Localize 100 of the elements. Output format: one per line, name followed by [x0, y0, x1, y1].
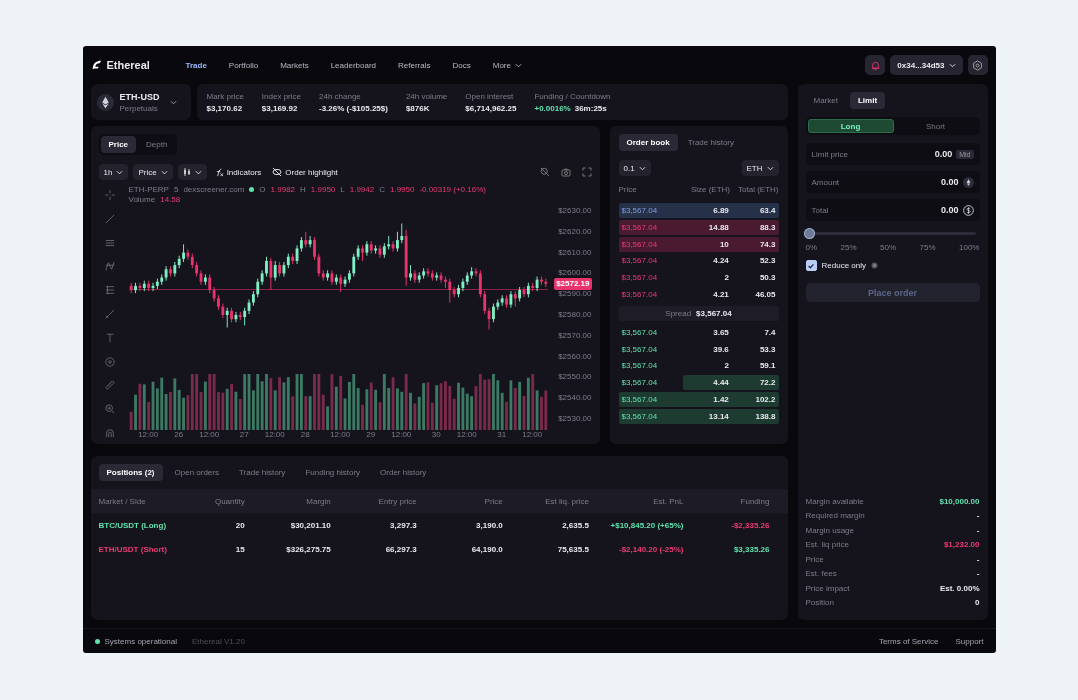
positions-tab[interactable]: Positions (2): [98, 464, 163, 481]
bid-row[interactable]: $3,567.04 2 59.1: [618, 358, 779, 374]
column-header: Total (ETH): [737, 185, 779, 194]
nav-link[interactable]: Markets: [269, 56, 320, 74]
fullscreen-icon[interactable]: [581, 167, 592, 177]
time-axis-label: 30: [431, 430, 441, 440]
pattern-tool-icon[interactable]: [104, 261, 115, 272]
series-dropdown[interactable]: Price: [133, 164, 173, 180]
text-tool-icon[interactable]: [104, 332, 115, 343]
table-cell-text: 64,190.0: [470, 544, 503, 554]
order-book-tab[interactable]: Order book: [618, 134, 678, 151]
slider-mark: 50%: [880, 243, 897, 252]
table-cell-text: -$2,335.26: [730, 520, 770, 530]
bid-row[interactable]: $3,567.04 39.6 53.3: [618, 341, 779, 357]
tick-size-dropdown[interactable]: 0.1: [618, 160, 651, 176]
search-icon[interactable]: [539, 167, 550, 177]
nav-link[interactable]: Docs: [441, 56, 482, 74]
order-highlight-button[interactable]: Order highlight: [269, 167, 341, 177]
ask-row[interactable]: $3,567.04 6.89 63.4: [618, 203, 779, 218]
ask-row[interactable]: $3,567.04 14.88 88.3: [618, 219, 779, 235]
order-type-tab[interactable]: Market: [805, 92, 846, 109]
summary-value: -: [976, 511, 980, 521]
last-price-tag: $2572.19: [554, 277, 592, 290]
nav-link[interactable]: Trade: [174, 56, 218, 74]
market-type: Perpetuals: [119, 103, 159, 113]
ohlc-label: L: [340, 184, 345, 194]
logo-icon: [90, 59, 103, 71]
nav-link[interactable]: Leaderboard: [319, 56, 388, 74]
settings-button[interactable]: [967, 55, 988, 75]
field-value[interactable]: 0.00: [934, 149, 953, 159]
bid-row[interactable]: $3,567.04 3.65 7.4: [618, 324, 779, 340]
lines-tool-icon[interactable]: [104, 237, 115, 248]
price-axis-label: $2600.00: [558, 268, 592, 279]
unit-dropdown[interactable]: ETH: [741, 160, 779, 176]
summary-label: Margin usage: [805, 525, 854, 535]
time-axis-label: 12:00: [264, 430, 285, 440]
stat-label: Mark price: [206, 91, 244, 101]
chevron-down-icon: [194, 169, 202, 175]
nav-link[interactable]: Portfolio: [217, 56, 270, 74]
field-value[interactable]: 0.00: [940, 177, 959, 187]
field-value[interactable]: 0.00: [940, 205, 959, 215]
checkbox[interactable]: [805, 260, 817, 271]
stat-value: $3,169.92: [261, 103, 298, 113]
chevron-down-icon: [514, 62, 522, 68]
zoom-tool-icon[interactable]: [104, 404, 115, 415]
positions-tab[interactable]: Open orders: [166, 464, 227, 481]
table-cell-text: +$10,845.20 (+65%): [609, 520, 684, 530]
chart-tab[interactable]: Depth: [138, 136, 176, 153]
time-axis-label: 27: [239, 430, 249, 440]
bid-row[interactable]: $3,567.04 13.14 138.8: [618, 408, 779, 424]
time-axis-label: 26: [174, 430, 184, 440]
interval-dropdown[interactable]: 1h: [98, 164, 129, 180]
settings-icon: [972, 59, 983, 71]
order-book-tab[interactable]: Trade history: [679, 134, 742, 151]
market-selector[interactable]: ETH-USD Perpetuals: [90, 84, 191, 120]
camera-icon[interactable]: [560, 167, 571, 177]
time-axis-label: 12:00: [330, 430, 351, 440]
wallet-button[interactable]: 0x34...34d53: [890, 55, 963, 75]
side-toggle[interactable]: Long: [807, 119, 894, 133]
line-tool-icon[interactable]: [104, 213, 115, 224]
table-cell-text: 3,297.3: [389, 520, 417, 530]
stat-label: Open interest: [465, 91, 515, 101]
ask-row[interactable]: $3,567.04 10 74.3: [618, 236, 779, 252]
side-toggle[interactable]: Short: [893, 119, 978, 133]
indicators-button[interactable]: Indicators: [211, 167, 265, 177]
checkbox-label: Reduce only: [821, 261, 866, 270]
crosshair-tool-icon[interactable]: [104, 190, 115, 200]
chevron-down-icon: [160, 169, 168, 175]
ask-row[interactable]: $3,567.04 4.21 46.05: [618, 287, 779, 302]
time-axis-label: 12:00: [138, 430, 159, 440]
chevron-down-icon: [169, 99, 177, 105]
nav-link[interactable]: More: [481, 56, 533, 74]
nav-link[interactable]: Referrals: [387, 56, 442, 74]
emoji-tool-icon[interactable]: [104, 356, 115, 367]
chart-interval: 5: [173, 184, 179, 194]
chart-source: dexscreener.com: [183, 184, 245, 194]
notification-button[interactable]: [865, 55, 886, 75]
table-cell-text: $30,201.10: [289, 520, 331, 530]
field-label: Amount: [811, 177, 840, 187]
price-axis-label: $2570.00: [558, 330, 592, 341]
positions-tab[interactable]: Order history: [372, 464, 435, 481]
bid-row[interactable]: $3,567.04 1.42 102.2: [618, 391, 779, 407]
ohlc-value: 1.9982: [270, 184, 296, 194]
footer-link[interactable]: Support: [955, 636, 984, 646]
magnet-tool-icon[interactable]: [104, 427, 115, 438]
ask-row[interactable]: $3,567.04 4.24 52.3: [618, 253, 779, 269]
ask-row[interactable]: $3,567.04 2 50.3: [618, 270, 779, 286]
spread-label: Spread: [665, 308, 692, 318]
dollar-icon: [962, 204, 974, 216]
chart-style-dropdown[interactable]: [177, 164, 207, 180]
ruler-tool-icon[interactable]: [104, 380, 115, 391]
fib-tool-icon[interactable]: [104, 285, 115, 296]
order-type-tab[interactable]: Limit: [849, 92, 886, 109]
footer-link[interactable]: Terms of Service: [878, 636, 939, 646]
positions-tab[interactable]: Trade history: [231, 464, 294, 481]
positions-tab[interactable]: Funding history: [297, 464, 369, 481]
bid-row[interactable]: $3,567.04 4.44 72.2: [618, 375, 779, 391]
stat-value: $6,714,962.25: [465, 103, 517, 113]
brush-tool-icon[interactable]: [104, 309, 115, 319]
chart-tab[interactable]: Price: [100, 136, 137, 153]
